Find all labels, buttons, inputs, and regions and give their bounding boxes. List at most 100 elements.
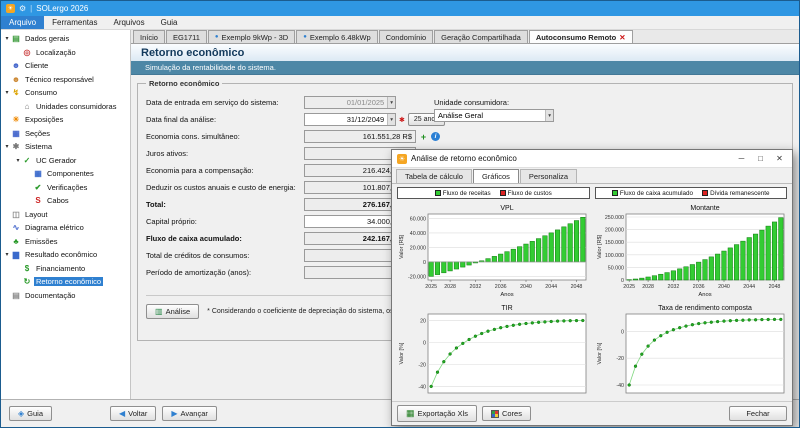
fechar-button[interactable]: Fechar [729,406,787,421]
svg-text:2028: 2028 [444,284,456,290]
tab-exemplo-9kwp-3d[interactable]: ●Exemplo 9kWp - 3D [208,30,295,43]
consumer-unit-block: Unidade consumidora: Análise Geral ▾ [434,94,554,122]
economic-results-icon: ▆ [11,250,21,259]
sidebar-item-verificacoes[interactable]: ✔Verificações [1,181,130,195]
expand-arrow-icon[interactable]: ▾ [3,35,11,42]
sidebar-item-localizacao[interactable]: ◎Localização [1,46,130,60]
menu-arquivos[interactable]: Arquivos [105,16,152,29]
tab-inicio[interactable]: Início [133,30,165,43]
sidebar-item-cabos[interactable]: SCabos [1,194,130,208]
svg-text:-20: -20 [616,356,624,362]
maximize-icon[interactable]: □ [753,154,768,163]
sidebar-item-diagrama-eletrico[interactable]: ∿Diagrama elétrico [1,221,130,235]
sidebar-item-exposicoes[interactable]: ☀Exposições [1,113,130,127]
expand-arrow-icon[interactable]: ▾ [3,89,11,96]
tab-label: Geração Compartilhada [441,33,521,42]
entry-date-label: Data de entrada em serviço do sistema: [146,98,304,107]
technician-icon: ☻ [11,75,21,84]
svg-text:Valor [R$]: Valor [R$] [399,235,405,260]
sidebar-item-resultado-economico[interactable]: ▾▆Resultado econômico [1,248,130,262]
compass-icon: ◈ [18,409,24,418]
legend-item: Dívida remanescente [702,190,770,197]
sidebar-item-sistema[interactable]: ▾✱Sistema [1,140,130,154]
sidebar-item-financiamento[interactable]: $Financiamento [1,262,130,276]
voltar-button[interactable]: ◀ Voltar [110,406,156,421]
svg-text:-20.000: -20.000 [408,274,426,280]
legend-item: Fluxo de receitas [435,190,491,197]
sidebar-item-componentes[interactable]: ▦Componentes [1,167,130,181]
legend-item: Fluxo de caixa acumulado [612,190,693,197]
expand-arrow-icon[interactable]: ▾ [14,157,22,164]
sidebar-item-documentacao[interactable]: ▤Documentação [1,289,130,303]
end-date-field[interactable]: 31/12/2049 ▾ [304,113,396,126]
tab-exemplo-6-48kwp[interactable]: ●Exemplo 6.48kWp [296,30,378,43]
sidebar-item-secoes[interactable]: ▦Seções [1,127,130,141]
minimize-icon[interactable]: ─ [734,154,749,163]
cores-button[interactable]: Cores [482,406,531,421]
svg-text:20: 20 [420,318,426,324]
sidebar-item-dados-gerais[interactable]: ▾▤Dados gerais [1,32,130,46]
analysis-dialog: ☀ Análise de retorno econômico ─ □ ✕ Tab… [391,149,793,426]
svg-text:60.000: 60.000 [410,216,426,222]
sidebar-item-unidades-consumidoras[interactable]: ⌂Unidades consumidoras [1,100,130,114]
legend-swatch [612,190,618,196]
sidebar-item-cliente[interactable]: ☻Cliente [1,59,130,73]
dialog-tab-tabela-de-calculo[interactable]: Tabela de cálculo [396,169,472,183]
dialog-tab-graficos[interactable]: Gráficos [473,169,519,183]
menubar: ArquivoFerramentasArquivosGuia [1,16,799,30]
chart-icon: ▥ [155,307,163,316]
sidebar-item-uc-gerador[interactable]: ▾✓UC Gerador [1,154,130,168]
analise-button[interactable]: ▥ Análise [146,304,199,319]
sidebar-item-retorno-economico[interactable]: ↻Retorno econômico [1,275,130,289]
tab-autoconsumo-remoto[interactable]: Autoconsumo Remoto✕ [529,30,633,43]
svg-text:Montante: Montante [690,205,719,212]
svg-text:-20: -20 [418,362,426,368]
page-subtitle: Simulação da rentabilidade do sistema. [131,61,799,75]
info-icon[interactable]: i [431,132,440,141]
cables-icon: S [33,196,43,205]
titlebar[interactable]: ☀ ⚙ | SOLergo 2026 [1,1,799,16]
svg-text:0: 0 [423,260,426,266]
sidebar-item-label: Consumo [23,88,59,97]
dropdown-arrow-icon[interactable]: ▾ [387,114,395,125]
sidebar-item-consumo[interactable]: ▾↯Consumo [1,86,130,100]
sidebar-item-emissoes[interactable]: ♣Emissões [1,235,130,249]
menu-ferramentas[interactable]: Ferramentas [44,16,105,29]
close-icon[interactable]: ✕ [772,154,787,163]
sidebar-item-layout[interactable]: ◫Layout [1,208,130,222]
svg-text:0: 0 [621,329,624,335]
tab-condominio[interactable]: Condomínio [379,30,433,43]
tab-eg1711[interactable]: EG1711 [166,30,207,43]
svg-text:Valor [%]: Valor [%] [399,342,405,364]
svg-text:-40: -40 [616,383,624,389]
generator-icon: ✓ [22,156,32,165]
gear-icon[interactable]: ⚙ [19,4,26,13]
palette-icon [491,410,499,418]
svg-text:Taxa de rendimento composta: Taxa de rendimento composta [658,305,752,312]
simultaneous-savings-label: Economia cons. simultâneo: [146,132,304,141]
expand-arrow-icon[interactable]: ▾ [3,251,11,258]
guia-button[interactable]: ◈ Guia [9,406,52,421]
dialog-titlebar[interactable]: ☀ Análise de retorno econômico ─ □ ✕ [392,150,792,168]
dialog-footer: ▦ Exportação Xls Cores Fechar [392,401,792,425]
avancar-button[interactable]: ▶ Avançar [162,406,217,421]
menu-arquivo[interactable]: Arquivo [1,16,44,29]
svg-text:150.000: 150.000 [604,240,623,246]
expand-arrow-icon[interactable]: ▾ [3,143,11,150]
menu-guia[interactable]: Guia [153,16,186,29]
dropdown-arrow-icon[interactable]: ▾ [545,110,553,121]
interest-label: Juros ativos: [146,149,304,158]
dialog-tab-personaliza[interactable]: Personaliza [520,169,577,183]
tab-geracao-compartilhada[interactable]: Geração Compartilhada [434,30,528,43]
svg-text:Anos: Anos [698,292,711,298]
svg-text:100.000: 100.000 [604,253,623,259]
sidebar-item-tecnico-responsavel[interactable]: ☻Técnico responsável [1,73,130,87]
export-xls-button[interactable]: ▦ Exportação Xls [397,405,477,422]
unidade-consumidora-select[interactable]: Análise Geral ▾ [434,109,554,122]
sidebar-item-label: Resultado econômico [23,250,99,259]
checks-icon: ✔ [33,183,43,192]
legend-accumulated: Fluxo de caixa acumulado Dívida remanesce… [595,187,788,199]
close-tab-icon[interactable]: ✕ [619,33,625,42]
excel-icon: ▦ [406,408,415,419]
tab-label: Condomínio [386,33,426,42]
